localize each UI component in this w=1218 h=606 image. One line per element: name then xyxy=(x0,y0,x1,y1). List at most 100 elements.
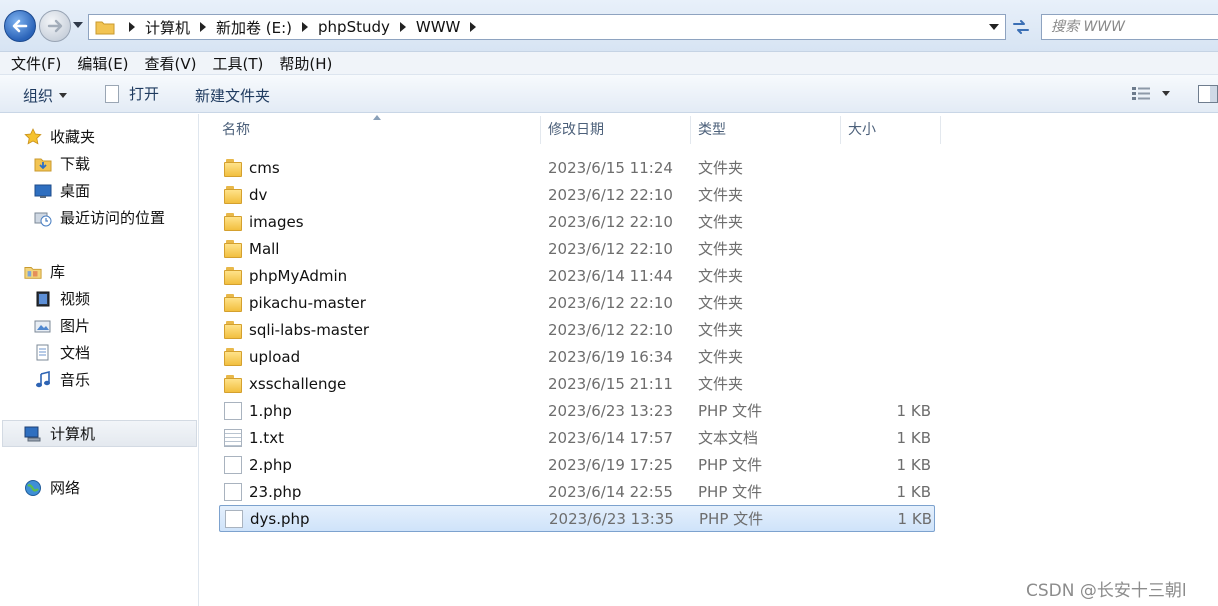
back-button[interactable] xyxy=(4,10,36,42)
document-icon xyxy=(105,84,119,103)
file-type: 文件夹 xyxy=(698,267,744,285)
menu-edit[interactable]: 编辑(E) xyxy=(77,53,128,74)
breadcrumb-separator[interactable] xyxy=(302,22,309,32)
chevron-down-icon xyxy=(59,93,68,98)
column-divider[interactable] xyxy=(940,116,941,144)
music-icon xyxy=(34,370,52,389)
folder-icon xyxy=(224,347,242,366)
organize-label: 组织 xyxy=(23,87,54,105)
desktop-icon xyxy=(34,182,52,200)
refresh-button[interactable] xyxy=(1008,14,1034,40)
file-size: 1 KB xyxy=(897,509,932,528)
file-row[interactable]: 2.php 2023/6/19 17:25 PHP 文件 1 KB xyxy=(200,451,1218,478)
file-type: 文件夹 xyxy=(698,240,744,258)
libraries-icon xyxy=(24,263,42,281)
menu-help[interactable]: 帮助(H) xyxy=(279,53,332,74)
nav-item-desktop[interactable]: 桌面 xyxy=(34,180,90,201)
nav-item-recent-places[interactable]: 最近访问的位置 xyxy=(34,207,165,228)
file-row[interactable]: 23.php 2023/6/14 22:55 PHP 文件 1 KB xyxy=(200,478,1218,505)
network-icon xyxy=(24,479,42,497)
nav-label: 计算机 xyxy=(50,425,96,443)
open-label: 打开 xyxy=(129,85,160,103)
nav-label: 最近访问的位置 xyxy=(60,209,166,227)
file-name: xsschallenge xyxy=(249,374,347,393)
nav-item-documents[interactable]: 文档 xyxy=(34,342,90,363)
file-row[interactable]: cms 2023/6/15 11:24 文件夹 xyxy=(200,154,1218,181)
breadcrumb-phpstudy[interactable]: phpStudy xyxy=(318,18,390,36)
file-date: 2023/6/12 22:10 xyxy=(548,293,673,312)
nav-item-favorites[interactable]: 收藏夹 xyxy=(24,126,95,147)
text-file-icon xyxy=(224,428,242,447)
file-row[interactable]: 1.php 2023/6/23 13:23 PHP 文件 1 KB xyxy=(200,397,1218,424)
folder-icon xyxy=(224,266,242,285)
file-row[interactable]: images 2023/6/12 22:10 文件夹 xyxy=(200,208,1218,235)
menu-tools[interactable]: 工具(T) xyxy=(213,53,264,74)
php-file-icon xyxy=(225,509,243,528)
navigation-pane: 收藏夹 下载 桌面 最近访问的位置 库 视频 图片 文档 音乐 计算机 网络 xyxy=(0,114,199,606)
breadcrumb-separator[interactable] xyxy=(470,22,477,32)
organize-button[interactable]: 组织 xyxy=(23,85,68,106)
recent-places-icon xyxy=(34,209,52,227)
breadcrumb-computer[interactable]: 计算机 xyxy=(145,17,190,38)
column-header-name[interactable]: 名称 xyxy=(214,114,540,146)
view-options-icon[interactable] xyxy=(1131,86,1151,102)
nav-label: 视频 xyxy=(60,290,91,308)
file-name: sqli-labs-master xyxy=(249,320,370,339)
preview-pane-icon[interactable] xyxy=(1198,85,1218,103)
file-date: 2023/6/14 11:44 xyxy=(548,266,673,285)
menu-bar: 文件(F) 编辑(E) 查看(V) 工具(T) 帮助(H) xyxy=(0,52,1218,75)
file-row[interactable]: pikachu-master 2023/6/12 22:10 文件夹 xyxy=(200,289,1218,316)
nav-item-pictures[interactable]: 图片 xyxy=(34,315,90,336)
address-input[interactable]: 计算机 新加卷 (E:) phpStudy WWW xyxy=(88,14,1006,40)
file-date: 2023/6/15 21:11 xyxy=(548,374,673,393)
file-name: 1.txt xyxy=(249,428,284,447)
downloads-folder-icon xyxy=(34,155,52,173)
menu-view[interactable]: 查看(V) xyxy=(145,53,197,74)
view-dropdown-chevron-icon[interactable] xyxy=(1162,91,1170,96)
new-folder-button[interactable]: 新建文件夹 xyxy=(195,85,270,106)
file-row[interactable]: dv 2023/6/12 22:10 文件夹 xyxy=(200,181,1218,208)
open-button[interactable]: 打开 xyxy=(105,83,159,104)
column-header-date[interactable]: 修改日期 xyxy=(540,114,690,146)
file-row[interactable]: phpMyAdmin 2023/6/14 11:44 文件夹 xyxy=(200,262,1218,289)
watermark-text: CSDN @长安十三朝l xyxy=(1026,581,1187,601)
breadcrumb-separator[interactable] xyxy=(129,22,135,32)
nav-label: 下载 xyxy=(60,155,91,173)
command-bar: 组织 打开 新建文件夹 xyxy=(0,75,1218,113)
breadcrumb-www[interactable]: WWW xyxy=(416,18,461,36)
file-date: 2023/6/19 16:34 xyxy=(548,347,673,366)
file-type: PHP 文件 xyxy=(698,456,763,474)
file-type: 文件夹 xyxy=(698,294,744,312)
column-header-size[interactable]: 大小 xyxy=(840,114,940,146)
breadcrumb-separator[interactable] xyxy=(399,22,406,32)
menu-file[interactable]: 文件(F) xyxy=(11,53,61,74)
file-row[interactable]: 1.txt 2023/6/14 17:57 文本文档 1 KB xyxy=(200,424,1218,451)
nav-item-music[interactable]: 音乐 xyxy=(34,369,90,390)
file-row[interactable]: Mall 2023/6/12 22:10 文件夹 xyxy=(200,235,1218,262)
column-header-type[interactable]: 类型 xyxy=(690,114,840,146)
nav-item-libraries[interactable]: 库 xyxy=(24,261,65,282)
file-row[interactable]: xsschallenge 2023/6/15 21:11 文件夹 xyxy=(200,370,1218,397)
breadcrumb-separator[interactable] xyxy=(200,22,207,32)
file-row[interactable]: sqli-labs-master 2023/6/12 22:10 文件夹 xyxy=(200,316,1218,343)
php-file-icon xyxy=(224,401,242,420)
search-input[interactable]: 搜索 WWW xyxy=(1041,14,1218,40)
address-history-dropdown[interactable] xyxy=(989,24,999,30)
file-type: 文件夹 xyxy=(698,348,744,366)
file-type: PHP 文件 xyxy=(698,402,763,420)
file-name: pikachu-master xyxy=(249,293,366,312)
nav-item-videos[interactable]: 视频 xyxy=(34,288,90,309)
breadcrumb-drive[interactable]: 新加卷 (E:) xyxy=(216,17,292,38)
folder-icon xyxy=(224,239,242,258)
file-type: 文件夹 xyxy=(698,375,744,393)
php-file-icon xyxy=(224,455,242,474)
nav-item-downloads[interactable]: 下载 xyxy=(34,153,90,174)
folder-icon xyxy=(224,158,242,177)
recent-pages-dropdown[interactable] xyxy=(73,22,83,28)
nav-item-network[interactable]: 网络 xyxy=(24,477,80,498)
nav-item-computer[interactable]: 计算机 xyxy=(24,423,95,444)
file-row[interactable]: upload 2023/6/19 16:34 文件夹 xyxy=(200,343,1218,370)
forward-button[interactable] xyxy=(39,10,71,42)
file-row-selected[interactable]: dys.php 2023/6/23 13:35 PHP 文件 1 KB xyxy=(219,505,935,532)
column-header-row: 名称 修改日期 类型 大小 xyxy=(200,114,1218,146)
